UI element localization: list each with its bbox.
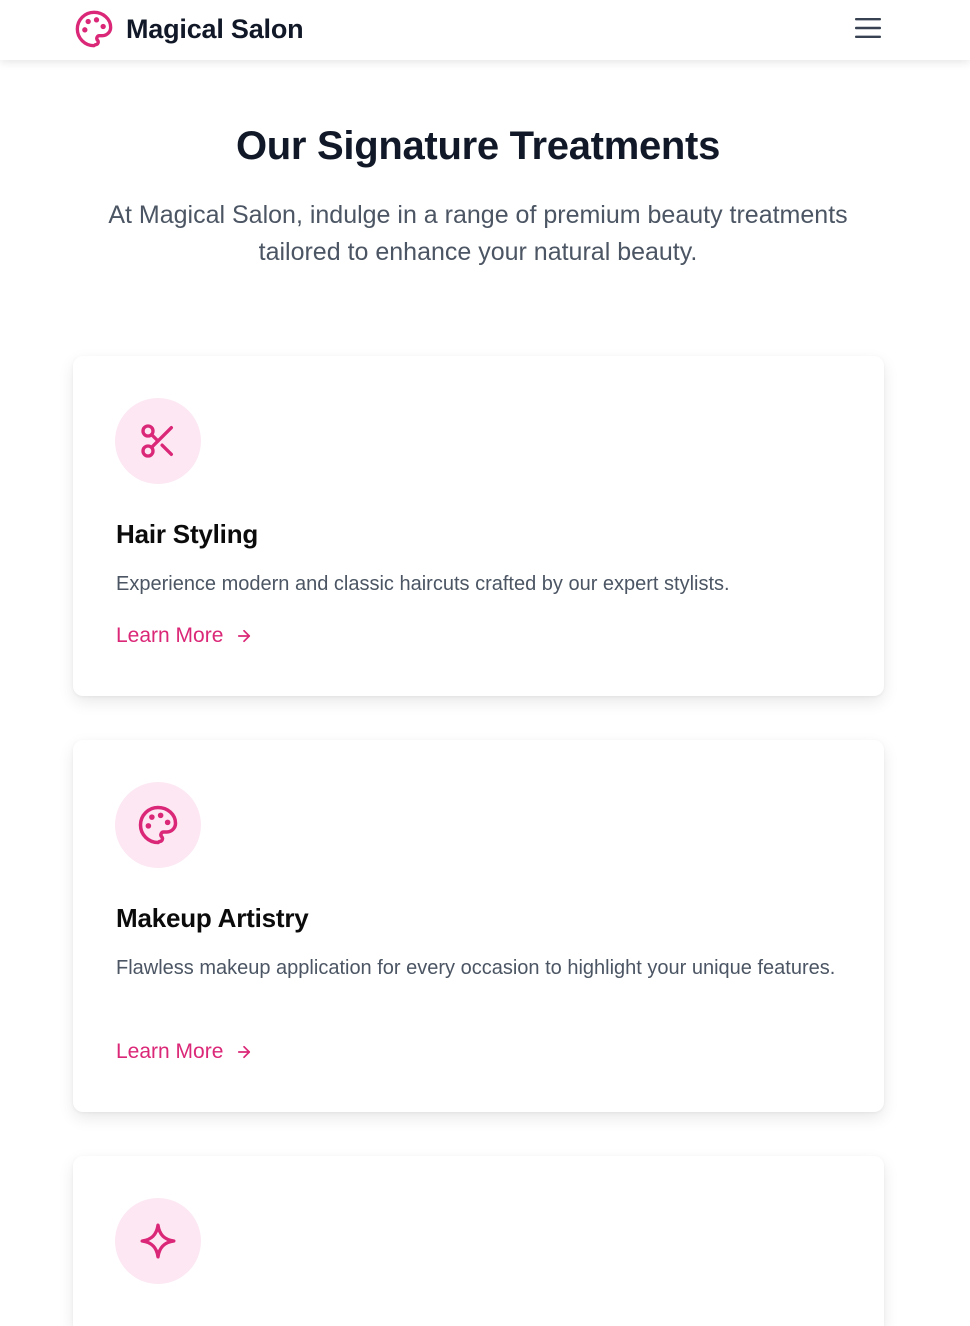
treatment-title: Hair Styling bbox=[116, 519, 259, 549]
treatment-card-hair-styling: Hair Styling Experience modern and class… bbox=[73, 356, 884, 696]
brand-name: Magical Salon bbox=[126, 13, 304, 44]
treatment-icon-circle bbox=[115, 1198, 201, 1284]
treatment-description: Flawless makeup application for every oc… bbox=[116, 957, 836, 979]
treatment-icon-circle bbox=[115, 398, 201, 484]
arrow-right-icon bbox=[238, 1045, 251, 1059]
learn-more-label: Learn More bbox=[116, 624, 224, 647]
treatment-card-makeup-artistry: Makeup Artistry Flawless makeup applicat… bbox=[73, 740, 884, 1112]
menu-button[interactable] bbox=[852, 14, 884, 42]
top-navbar: Magical Salon bbox=[0, 0, 970, 60]
page-subtitle: At Magical Salon, indulge in a range of … bbox=[108, 201, 848, 266]
brand-logo-link[interactable]: Magical Salon bbox=[74, 9, 304, 49]
learn-more-link[interactable]: Learn More bbox=[116, 1040, 253, 1064]
page-title: Our Signature Treatments bbox=[235, 124, 721, 168]
treatment-icon-circle bbox=[115, 782, 201, 868]
scissors-icon bbox=[141, 424, 173, 458]
treatment-description: Experience modern and classic haircuts c… bbox=[116, 573, 730, 595]
palette-icon bbox=[138, 805, 178, 845]
learn-more-link[interactable]: Learn More bbox=[116, 624, 253, 648]
palette-icon bbox=[75, 10, 113, 48]
sparkle-icon bbox=[140, 1223, 176, 1259]
learn-more-label: Learn More bbox=[116, 1040, 224, 1063]
arrow-right-icon bbox=[238, 629, 251, 643]
treatment-card-3 bbox=[73, 1156, 884, 1326]
hamburger-menu-icon bbox=[855, 18, 881, 38]
treatment-title: Makeup Artistry bbox=[116, 903, 309, 933]
